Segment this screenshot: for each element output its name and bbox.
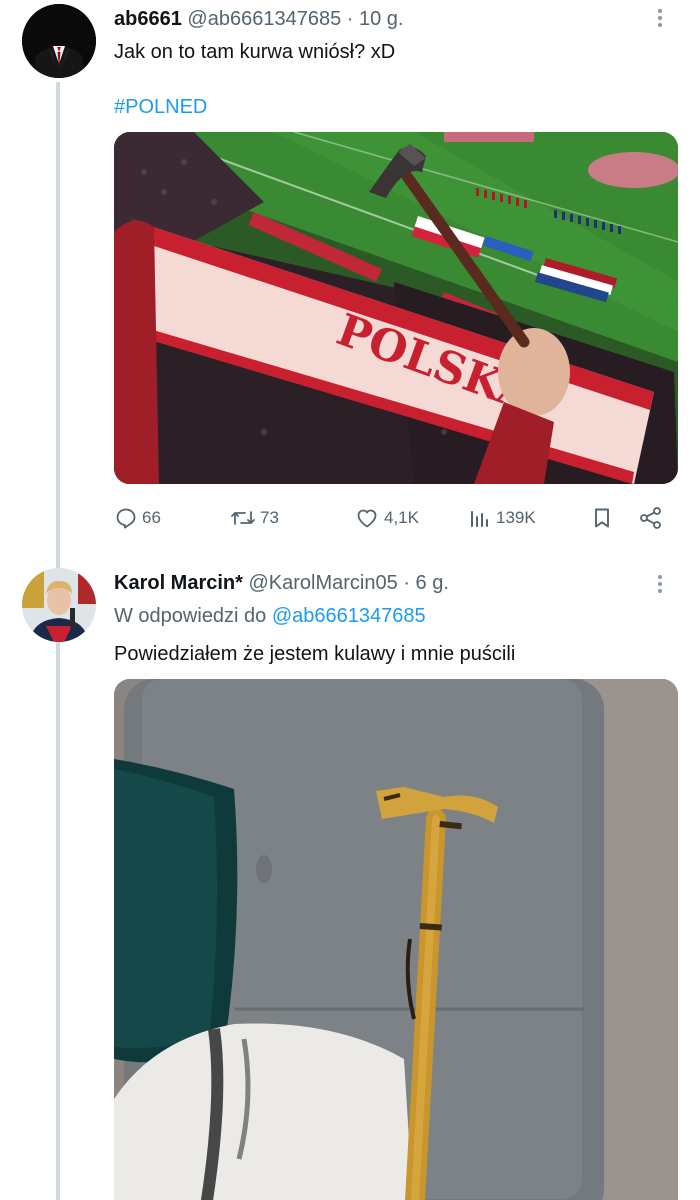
retweet-button[interactable]: 73 — [230, 502, 279, 534]
retweet-icon — [231, 511, 255, 525]
reply-context: W odpowiedzi do @ab6661347685 — [114, 605, 426, 628]
tweet-text: Powiedziałem że jestem kulawy i mnie puś… — [114, 643, 516, 665]
like-button[interactable]: 4,1K — [354, 502, 419, 534]
display-name[interactable]: ab6661 — [114, 8, 182, 30]
reply-prefix: W odpowiedzi do — [114, 605, 267, 627]
hashtag-link[interactable]: #POLNED — [114, 96, 207, 119]
avatar-person-image — [22, 568, 96, 642]
reply-mention-link[interactable]: @ab6661347685 — [272, 605, 426, 627]
separator: · — [346, 8, 354, 30]
share-icon — [640, 507, 661, 529]
reply-icon — [116, 508, 136, 529]
timestamp[interactable]: 10 g. — [359, 8, 403, 30]
tweet-photo-stadium[interactable]: POLSKA — [114, 132, 678, 484]
avatar-suit-image — [22, 4, 96, 78]
more-icon[interactable] — [648, 572, 672, 596]
like-count: 4,1K — [384, 508, 419, 527]
tweet-text: Jak on to tam kurwa wniósł? xD — [114, 41, 396, 63]
avatar[interactable] — [22, 568, 96, 642]
share-button[interactable] — [638, 502, 664, 534]
user-handle[interactable]: @KarolMarcin05 — [249, 572, 398, 594]
display-name[interactable]: Karol Marcin* — [114, 572, 243, 594]
reply-count: 66 — [142, 508, 161, 527]
tweet-header: ab6661 @ab6661347685 · 10 g. — [114, 8, 403, 31]
views-button[interactable]: 139K — [468, 502, 536, 534]
user-handle[interactable]: @ab6661347685 — [187, 8, 341, 30]
views-count: 139K — [496, 508, 536, 527]
cane-photo — [114, 679, 678, 1200]
more-icon[interactable] — [648, 6, 672, 30]
like-icon — [357, 509, 377, 528]
avatar[interactable] — [22, 4, 96, 78]
retweet-count: 73 — [260, 508, 279, 527]
separator: · — [403, 572, 410, 594]
tweet-photo-cane[interactable] — [114, 679, 678, 1200]
tweet-header: Karol Marcin* @KarolMarcin05 · 6 g. — [114, 572, 449, 595]
thread-page: ab6661 @ab6661347685 · 10 g. Jak on to t… — [0, 0, 700, 1200]
tweet-actions: 66 73 4,1K 139K — [114, 502, 670, 534]
reply-button[interactable]: 66 — [114, 502, 161, 534]
bookmark-icon — [595, 508, 609, 528]
bookmark-button[interactable] — [590, 502, 614, 534]
stadium-photo: POLSKA — [114, 132, 678, 484]
views-icon — [471, 511, 488, 527]
tweet-1[interactable]: ab6661 @ab6661347685 · 10 g. Jak on to t… — [0, 0, 700, 560]
timestamp[interactable]: 6 g. — [416, 572, 449, 594]
